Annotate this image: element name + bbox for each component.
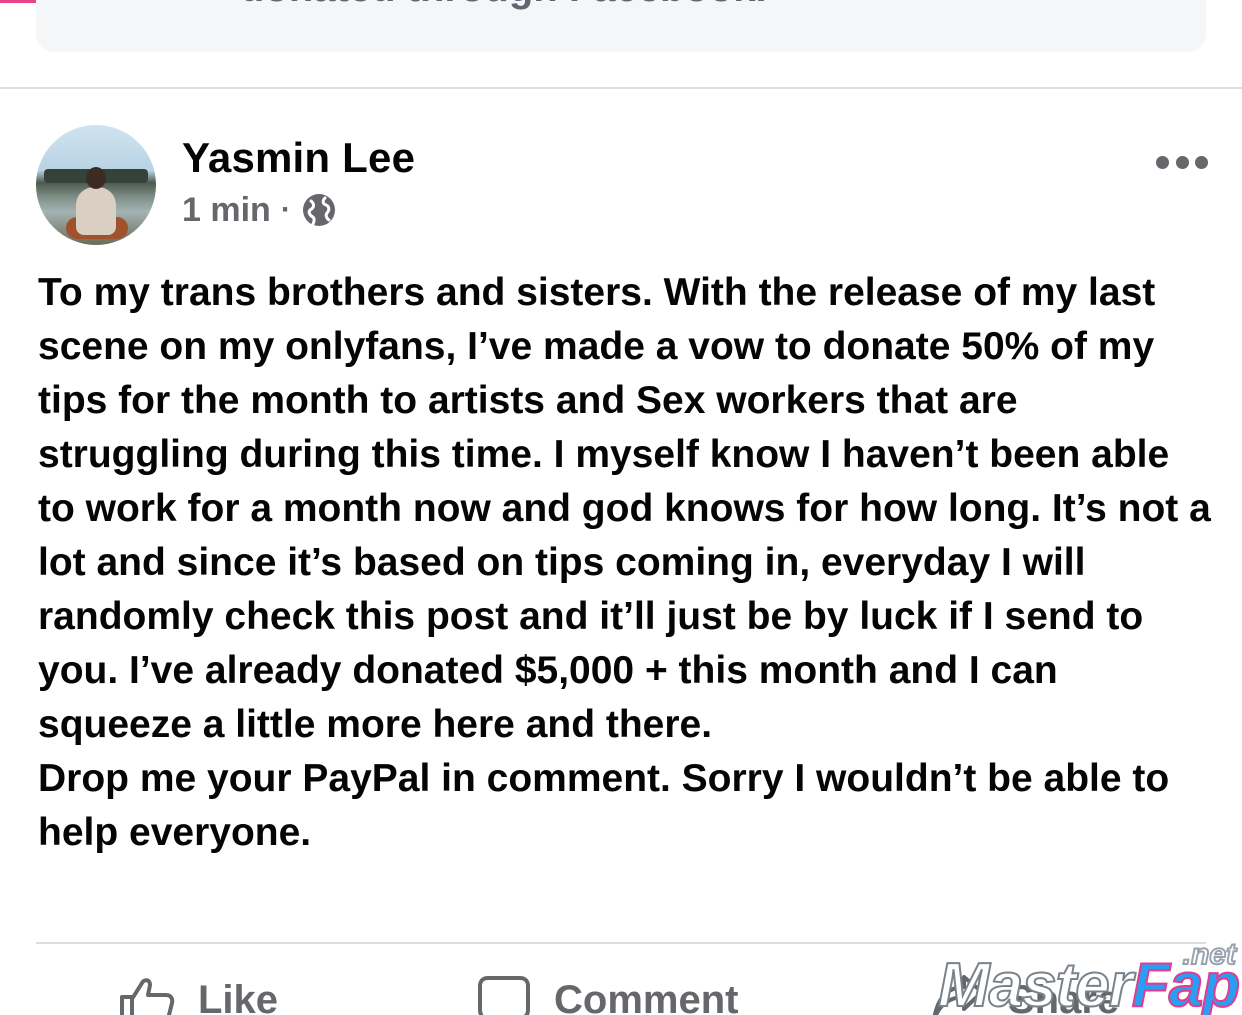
previous-post-text: donated through Facebook. <box>240 0 767 11</box>
masterfap-watermark: .net MasterFap <box>937 937 1242 1015</box>
post-body: To my trans brothers and sisters. With t… <box>38 266 1213 860</box>
post-meta: 1 min · <box>182 190 337 230</box>
watermark-logo: MasterFap <box>937 950 1241 1015</box>
author-name[interactable]: Yasmin Lee <box>182 134 415 182</box>
comment-label: Comment <box>554 977 739 1015</box>
globe-icon[interactable] <box>301 192 337 228</box>
avatar[interactable] <box>36 125 156 245</box>
post-separator <box>0 87 1242 89</box>
post-paragraph: Drop me your PayPal in comment. Sorry I … <box>38 757 1170 854</box>
comment-bubble-icon <box>476 974 532 1015</box>
post-paragraph: To my trans brothers and sisters. With t… <box>38 271 1211 746</box>
comment-button[interactable]: Comment <box>476 970 738 1015</box>
like-button[interactable]: Like <box>118 970 278 1015</box>
like-label: Like <box>198 977 279 1015</box>
more-options-icon[interactable] <box>1156 152 1208 172</box>
facebook-post-page: donated through Facebook. Yasmin Lee 1 m… <box>0 0 1242 1015</box>
meta-separator: · <box>280 193 291 226</box>
post-timestamp[interactable]: 1 min <box>182 191 271 230</box>
thumbs-up-icon <box>118 975 176 1015</box>
